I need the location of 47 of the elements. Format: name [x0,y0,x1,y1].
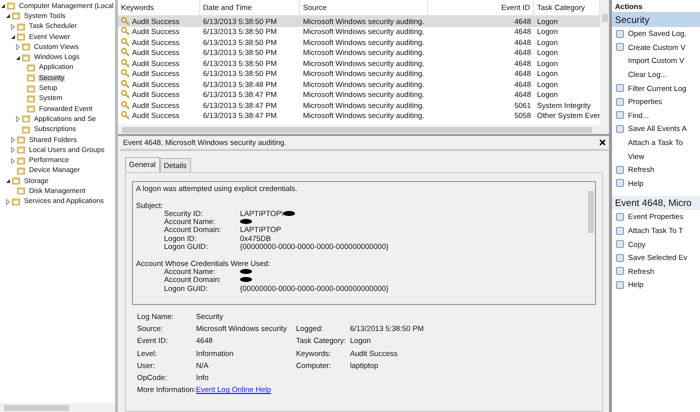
key-icon [121,16,130,26]
section-header[interactable]: Security [612,13,700,27]
tree-node-icon [22,43,30,52]
expanded-arrow-icon[interactable] [10,34,16,40]
tree-node-icon [22,115,30,124]
horizontal-scrollbar[interactable] [118,125,609,134]
key-icon [121,80,130,89]
key-icon [121,111,130,120]
tree-node-icon [27,94,35,103]
tree-node-icon [22,126,30,134]
tree-node-icon [17,136,25,144]
tree-node-icon [17,187,25,196]
close-icon[interactable] [599,139,606,146]
collapsed-arrow-icon[interactable] [15,116,21,122]
tree-node-icon [22,54,30,62]
tree-node-icon [17,166,25,175]
tree-node-icon [27,105,35,114]
collapsed-arrow-icon[interactable] [5,198,11,205]
key-icon [121,90,130,100]
expanded-arrow-icon[interactable] [5,178,11,184]
collapsed-arrow-icon[interactable] [10,137,16,143]
key-icon [121,58,130,68]
key-icon [121,69,130,78]
tree-node-icon [27,84,35,93]
tree-node-icon [17,146,25,154]
tree-node-icon [17,22,25,31]
tree-node-icon [27,74,35,82]
section-header[interactable]: Event 4648, Micro [612,196,700,210]
key-icon [121,100,130,110]
tree-node-icon [17,33,25,42]
collapsed-arrow-icon[interactable] [10,147,16,154]
collapsed-arrow-icon[interactable] [15,44,21,50]
key-icon [121,48,130,58]
collapsed-arrow-icon[interactable] [10,24,16,30]
tree-node-icon [12,198,20,206]
vertical-scrollbar[interactable] [600,0,609,125]
expanded-arrow-icon[interactable] [0,3,6,10]
collapsed-arrow-icon[interactable] [10,158,16,164]
tree-node-icon [17,156,25,165]
tree-node-icon [12,177,20,186]
tree-node-icon [12,12,20,20]
key-icon [121,38,130,47]
expanded-arrow-icon[interactable] [15,54,21,61]
key-icon [121,27,130,36]
expanded-arrow-icon[interactable] [5,13,11,20]
horizontal-scrollbar[interactable] [0,403,115,412]
tree-node-icon [27,64,35,72]
